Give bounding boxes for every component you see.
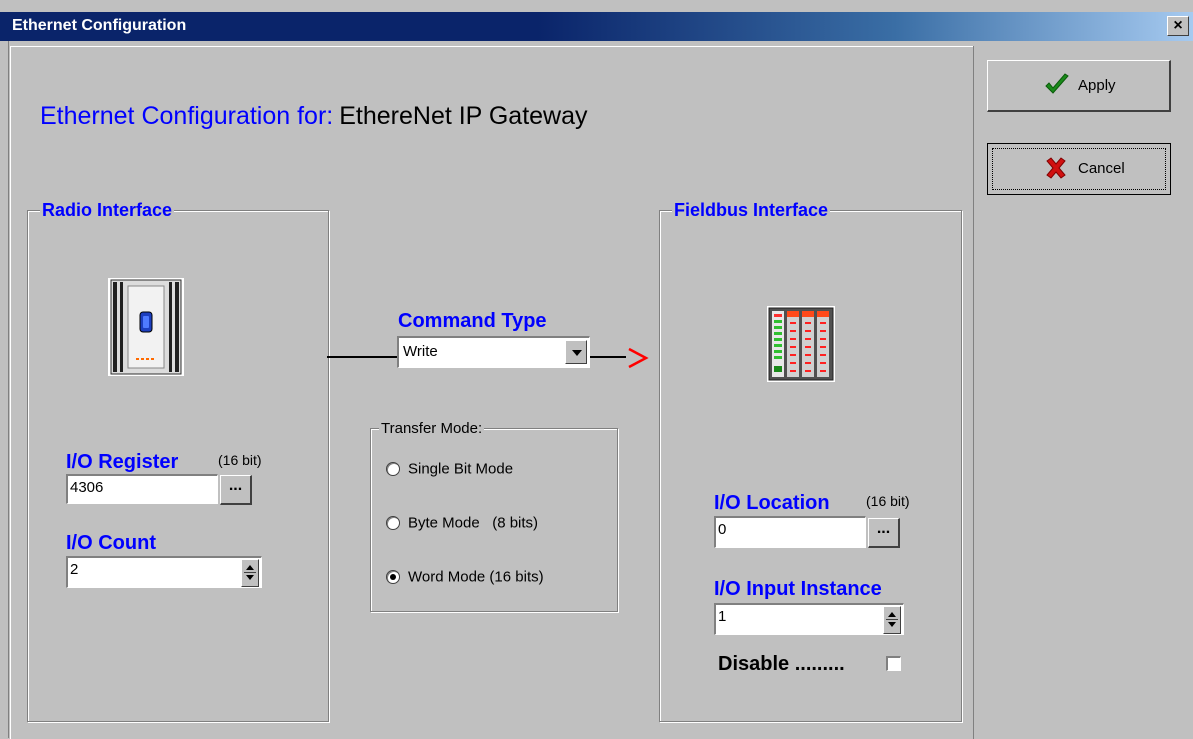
spin-divider xyxy=(886,619,898,620)
io-register-browse-button[interactable]: ... xyxy=(220,475,252,505)
io-input-instance-label: I/O Input Instance xyxy=(714,578,882,600)
spin-up-icon[interactable] xyxy=(246,565,254,570)
cancel-button[interactable]: Cancel xyxy=(987,143,1171,195)
transfer-mode-option-byte[interactable]: Byte Mode (8 bits) xyxy=(386,514,538,532)
radio-byte[interactable] xyxy=(386,516,400,531)
io-register-input[interactable]: 4306 xyxy=(66,474,218,504)
radio-single-bit-label: Single Bit Mode xyxy=(408,460,514,478)
fieldbus-module-icon xyxy=(767,306,835,382)
io-location-label: I/O Location xyxy=(714,492,830,514)
apply-button[interactable]: Apply xyxy=(987,60,1171,112)
spin-down-icon[interactable] xyxy=(246,575,254,580)
close-button[interactable]: × xyxy=(1167,16,1189,36)
radio-device-icon xyxy=(108,278,184,376)
heading-prefix: Ethernet Configuration for: xyxy=(40,102,334,130)
side-separator xyxy=(973,46,974,738)
title-bar[interactable]: Ethernet Configuration × xyxy=(0,12,1193,41)
connection-line-right xyxy=(590,356,626,358)
arrow-right-icon xyxy=(628,347,649,369)
disable-checkbox[interactable] xyxy=(886,656,901,671)
fieldbus-interface-legend: Fieldbus Interface xyxy=(672,200,831,221)
ethernet-config-window: Ethernet Configuration × Ethernet Config… xyxy=(0,0,1193,739)
connection-line-left xyxy=(327,356,397,358)
radio-interface-legend: Radio Interface xyxy=(40,200,175,221)
io-count-spinner[interactable] xyxy=(241,559,259,587)
page-heading: Ethernet Configuration for: EthereNet IP … xyxy=(40,102,588,131)
chevron-down-icon xyxy=(572,350,582,356)
disable-label: Disable ......... xyxy=(718,653,845,675)
transfer-mode-option-word[interactable]: Word Mode (16 bits) xyxy=(386,568,544,586)
radio-word-label: Word Mode (16 bits) xyxy=(408,568,544,586)
io-count-value: 2 xyxy=(70,561,79,578)
apply-label: Apply xyxy=(1078,77,1116,94)
window-title: Ethernet Configuration xyxy=(12,17,187,34)
io-location-note: (16 bit) xyxy=(866,493,910,509)
io-location-browse-button[interactable]: ... xyxy=(868,518,900,548)
io-count-label: I/O Count xyxy=(66,532,156,554)
io-register-label: I/O Register xyxy=(66,451,179,473)
cross-icon xyxy=(1046,157,1066,179)
fieldbus-interface-group: Fieldbus Interface xyxy=(659,200,962,722)
command-type-value: Write xyxy=(403,343,438,360)
io-register-note: (16 bit) xyxy=(218,452,262,468)
command-type-label: Command Type xyxy=(398,310,547,332)
checkmark-icon xyxy=(1045,73,1069,94)
spin-divider xyxy=(244,572,256,573)
spin-down-icon[interactable] xyxy=(888,622,896,627)
io-input-instance-spinner[interactable] xyxy=(883,606,901,634)
left-frame xyxy=(0,41,9,738)
spin-up-icon[interactable] xyxy=(888,612,896,617)
radio-word[interactable] xyxy=(386,570,400,585)
command-type-select[interactable]: Write xyxy=(397,336,590,368)
heading-device-name: EthereNet IP Gateway xyxy=(339,102,588,130)
command-type-dropdown-button[interactable] xyxy=(565,340,587,364)
cancel-label: Cancel xyxy=(1078,160,1125,177)
transfer-mode-legend: Transfer Mode: xyxy=(379,420,485,437)
io-input-instance-value: 1 xyxy=(718,608,727,625)
io-input-instance-input[interactable]: 1 xyxy=(714,603,904,635)
radio-single-bit[interactable] xyxy=(386,462,400,477)
radio-byte-label: Byte Mode (8 bits) xyxy=(408,514,539,532)
transfer-mode-option-single-bit[interactable]: Single Bit Mode xyxy=(386,460,513,478)
close-icon: × xyxy=(1173,17,1183,34)
io-count-input[interactable]: 2 xyxy=(66,556,262,588)
io-location-input[interactable]: 0 xyxy=(714,516,866,548)
